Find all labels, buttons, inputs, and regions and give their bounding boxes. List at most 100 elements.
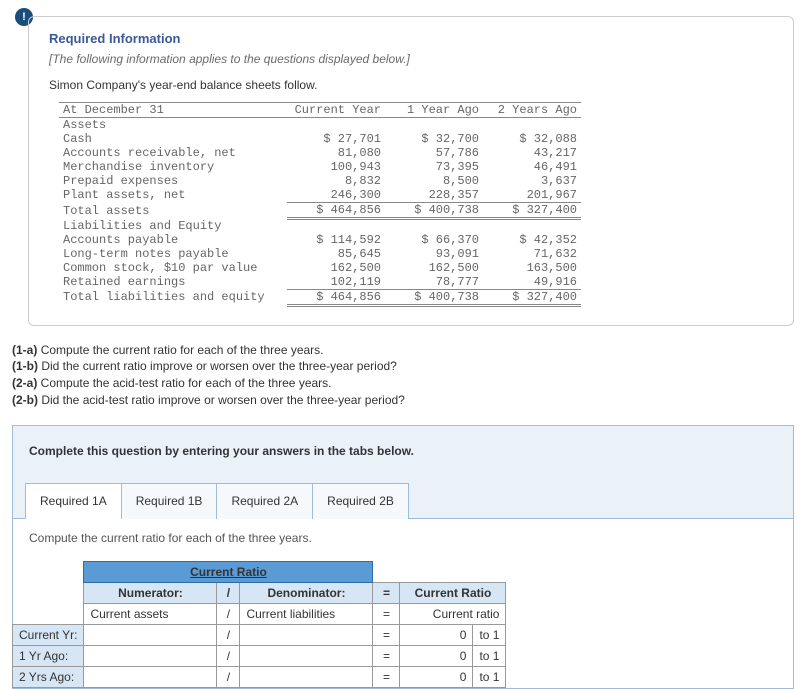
cell: $ 464,856 <box>287 289 385 305</box>
intro-text: Simon Company's year-end balance sheets … <box>49 78 773 92</box>
row-label: Accounts receivable, net <box>59 146 287 160</box>
row-label: Plant assets, net <box>59 188 287 203</box>
denominator-header: Denominator: <box>240 582 373 603</box>
result-value: 0 <box>400 666 473 687</box>
cell: 49,916 <box>483 275 581 290</box>
row-label: Accounts payable <box>59 233 287 247</box>
tab-required-1b[interactable]: Required 1B <box>121 483 218 519</box>
numerator-label-cell[interactable]: Current assets <box>84 603 217 624</box>
slash-cell: / <box>217 624 240 645</box>
to-1-label: to 1 <box>473 624 506 645</box>
cell: $ 32,088 <box>483 132 581 146</box>
cell: $ 400,738 <box>385 203 483 219</box>
balance-sheet-table: At December 31 Current Year 1 Year Ago 2… <box>59 102 581 307</box>
cell: $ 42,352 <box>483 233 581 247</box>
question-list: (1-a) (1-a) Compute the current ratio fo… <box>12 342 794 409</box>
cell: 102,119 <box>287 275 385 290</box>
tab-required-1a[interactable]: Required 1A <box>25 483 122 519</box>
ratio-table: Current Ratio Numerator: / Denominator: … <box>12 561 506 688</box>
row-label: Total assets <box>59 203 287 219</box>
cell: 43,217 <box>483 146 581 160</box>
numerator-input[interactable] <box>84 645 217 666</box>
col-header: Current Year <box>287 103 385 118</box>
equals-cell: = <box>373 645 400 666</box>
result-header: Current Ratio <box>400 582 506 603</box>
row-label: Retained earnings <box>59 275 287 290</box>
cell: 228,357 <box>385 188 483 203</box>
row-label: Prepaid expenses <box>59 174 287 188</box>
numerator-header: Numerator: <box>84 582 217 603</box>
cell: $ 114,592 <box>287 233 385 247</box>
to-1-label: to 1 <box>473 666 506 687</box>
row-label: Common stock, $10 par value <box>59 261 287 275</box>
cell: $ 66,370 <box>385 233 483 247</box>
ratio-title: Current Ratio <box>84 561 373 582</box>
tab-bar: Required 1A Required 1B Required 2A Requ… <box>13 482 793 519</box>
slash-cell: / <box>217 666 240 687</box>
tab-required-2a[interactable]: Required 2A <box>216 483 313 519</box>
denominator-label-cell[interactable]: Current liabilities <box>240 603 373 624</box>
numerator-input[interactable] <box>84 624 217 645</box>
row-label: Total liabilities and equity <box>59 289 287 305</box>
cell: $ 400,738 <box>385 289 483 305</box>
to-1-label: to 1 <box>473 645 506 666</box>
required-subtitle: [The following information applies to th… <box>49 52 773 66</box>
cell: 201,967 <box>483 188 581 203</box>
row-2yrs-ago: 2 Yrs Ago: <box>13 666 84 687</box>
cell: 100,943 <box>287 160 385 174</box>
row-1yr-ago: 1 Yr Ago: <box>13 645 84 666</box>
question-2b: (2-b) Did the acid-test ratio improve or… <box>12 392 794 409</box>
cell: 246,300 <box>287 188 385 203</box>
answer-pane: Complete this question by entering your … <box>12 425 794 689</box>
cell: 93,091 <box>385 247 483 261</box>
question-2a: (2-a) Compute the acid-test ratio for ea… <box>12 375 794 392</box>
col-header: 2 Years Ago <box>483 103 581 118</box>
cell: 71,632 <box>483 247 581 261</box>
result-value: 0 <box>400 645 473 666</box>
cell: 3,637 <box>483 174 581 188</box>
cell: $ 327,400 <box>483 289 581 305</box>
col-header: 1 Year Ago <box>385 103 483 118</box>
cell: 162,500 <box>385 261 483 275</box>
slash-cell: / <box>217 645 240 666</box>
equals-header: = <box>373 582 400 603</box>
col-header: At December 31 <box>59 103 287 118</box>
result-value: 0 <box>400 624 473 645</box>
section-header: Assets <box>59 118 287 133</box>
denominator-input[interactable] <box>240 645 373 666</box>
cell: 81,080 <box>287 146 385 160</box>
denominator-input[interactable] <box>240 666 373 687</box>
cell: 8,500 <box>385 174 483 188</box>
denominator-input[interactable] <box>240 624 373 645</box>
cell: $ 32,700 <box>385 132 483 146</box>
cell: $ 327,400 <box>483 203 581 219</box>
cell: 8,832 <box>287 174 385 188</box>
numerator-input[interactable] <box>84 666 217 687</box>
row-current-yr: Current Yr: <box>13 624 84 645</box>
cell: 162,500 <box>287 261 385 275</box>
equals-cell: = <box>373 624 400 645</box>
question-1a: (1-a) (1-a) Compute the current ratio fo… <box>12 342 794 359</box>
equals-cell: = <box>373 603 400 624</box>
required-title: Required Information <box>49 31 773 46</box>
row-label: Merchandise inventory <box>59 160 287 174</box>
answer-instruction: Complete this question by entering your … <box>13 444 793 476</box>
required-info-box: Required Information [The following info… <box>28 16 794 326</box>
row-label: Cash <box>59 132 287 146</box>
cell: 85,645 <box>287 247 385 261</box>
question-1b: (1-b) Did the current ratio improve or w… <box>12 358 794 375</box>
cell: $ 464,856 <box>287 203 385 219</box>
cell: 46,491 <box>483 160 581 174</box>
slash-cell: / <box>217 603 240 624</box>
equals-cell: = <box>373 666 400 687</box>
cell: 73,395 <box>385 160 483 174</box>
cell: $ 27,701 <box>287 132 385 146</box>
section-header: Liabilities and Equity <box>59 219 287 233</box>
tab-required-2b[interactable]: Required 2B <box>312 483 409 519</box>
cell: 78,777 <box>385 275 483 290</box>
tab-prompt: Compute the current ratio for each of th… <box>13 519 793 545</box>
row-label: Long-term notes payable <box>59 247 287 261</box>
slash-header: / <box>217 582 240 603</box>
cell: 57,786 <box>385 146 483 160</box>
cell: 163,500 <box>483 261 581 275</box>
